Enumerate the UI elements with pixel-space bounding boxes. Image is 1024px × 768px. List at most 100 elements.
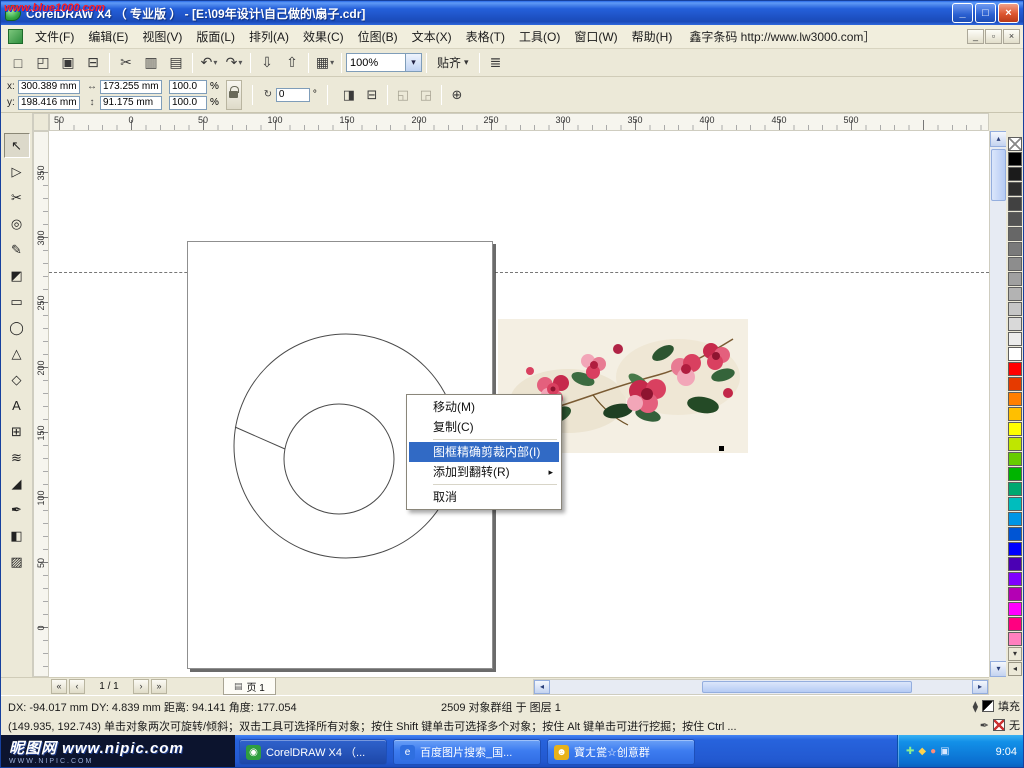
color-swatch[interactable] bbox=[1008, 602, 1022, 616]
doc-close-button[interactable]: × bbox=[1003, 29, 1020, 44]
color-swatch[interactable] bbox=[1008, 182, 1022, 196]
options-button[interactable]: ≣ bbox=[484, 51, 508, 75]
copy-button[interactable]: ▥ bbox=[139, 51, 163, 75]
color-swatch[interactable] bbox=[1008, 257, 1022, 271]
ruler-origin-corner[interactable] bbox=[33, 113, 49, 131]
horizontal-scroll-thumb[interactable] bbox=[702, 681, 912, 693]
color-swatch[interactable] bbox=[1008, 332, 1022, 346]
tray-volume-icon[interactable]: ● bbox=[930, 747, 936, 757]
color-swatch[interactable] bbox=[1008, 542, 1022, 556]
ellipse-tool-button[interactable]: ◯ bbox=[4, 315, 30, 340]
undo-button[interactable]: ↶▾ bbox=[197, 51, 221, 75]
rectangle-tool-button[interactable]: ▭ bbox=[4, 289, 30, 314]
mirror-vertical-button[interactable]: ⊟ bbox=[361, 84, 383, 106]
save-document-button[interactable]: ▣ bbox=[56, 51, 80, 75]
convert-to-curves-button[interactable]: ⊕ bbox=[446, 84, 468, 106]
vertical-scrollbar[interactable]: ▴ ▾ bbox=[989, 131, 1006, 677]
next-page-button[interactable]: › bbox=[133, 679, 149, 694]
blend-tool-button[interactable]: ≋ bbox=[4, 445, 30, 470]
context-menu-item-cancel[interactable]: 取消 bbox=[409, 487, 559, 507]
horizontal-scrollbar[interactable]: ◂ ▸ bbox=[533, 679, 989, 695]
maximize-button[interactable]: □ bbox=[975, 3, 996, 23]
color-swatch[interactable] bbox=[1008, 362, 1022, 376]
crop-tool-button[interactable]: ✂ bbox=[4, 185, 30, 210]
menu-item-layout[interactable]: 版面(L) bbox=[189, 24, 242, 49]
color-swatch[interactable] bbox=[1008, 617, 1022, 631]
close-button[interactable]: × bbox=[998, 3, 1019, 23]
shape-tool-button[interactable]: ▷ bbox=[4, 159, 30, 184]
print-document-button[interactable]: ⊟ bbox=[81, 51, 105, 75]
drawing-canvas[interactable]: 移动(M)复制(C)图框精确剪裁内部(I)添加到翻转(R)▸取消 bbox=[49, 131, 989, 677]
pick-tool-button[interactable]: ↖ bbox=[4, 133, 30, 158]
color-swatch[interactable] bbox=[1008, 572, 1022, 586]
menu-item-table[interactable]: 表格(T) bbox=[459, 24, 512, 49]
tray-messenger-icon[interactable]: ◆ bbox=[918, 747, 926, 757]
menu-item-file[interactable]: 文件(F) bbox=[28, 24, 81, 49]
color-swatch[interactable] bbox=[1008, 317, 1022, 331]
menu-item-text[interactable]: 文本(X) bbox=[405, 24, 459, 49]
zoom-level-combo[interactable]: ▾ bbox=[346, 53, 422, 72]
zoom-tool-button[interactable]: ◎ bbox=[4, 211, 30, 236]
color-swatch[interactable] bbox=[1008, 422, 1022, 436]
menu-item-window[interactable]: 窗口(W) bbox=[567, 24, 624, 49]
color-swatch[interactable] bbox=[1008, 377, 1022, 391]
outline-pen-tool-button[interactable]: ✒ bbox=[4, 497, 30, 522]
color-swatch[interactable] bbox=[1008, 302, 1022, 316]
context-menu-item-powerclip-inside[interactable]: 图框精确剪裁内部(I) bbox=[409, 442, 559, 462]
selection-handle[interactable] bbox=[719, 446, 724, 451]
horizontal-ruler[interactable]: 50050100150200250300350400450500 bbox=[49, 113, 989, 131]
paste-button[interactable]: ▤ bbox=[164, 51, 188, 75]
tray-ime-icon[interactable]: ▣ bbox=[940, 747, 949, 757]
eyedropper-tool-button[interactable]: ◢ bbox=[4, 471, 30, 496]
y-position-input[interactable] bbox=[18, 96, 80, 110]
color-swatch[interactable] bbox=[1008, 197, 1022, 211]
basic-shapes-tool-button[interactable]: ◇ bbox=[4, 367, 30, 392]
color-swatch[interactable] bbox=[1008, 287, 1022, 301]
color-swatch[interactable] bbox=[1008, 242, 1022, 256]
color-swatch[interactable] bbox=[1008, 227, 1022, 241]
color-swatch[interactable] bbox=[1008, 407, 1022, 421]
color-swatch[interactable] bbox=[1008, 437, 1022, 451]
color-swatch[interactable] bbox=[1008, 512, 1022, 526]
table-tool-button[interactable]: ⊞ bbox=[4, 419, 30, 444]
scale-x-input[interactable] bbox=[169, 80, 207, 94]
vertical-scroll-thumb[interactable] bbox=[991, 149, 1006, 201]
menu-item-tools[interactable]: 工具(O) bbox=[512, 24, 567, 49]
context-menu-item-add-to-rollover[interactable]: 添加到翻转(R)▸ bbox=[409, 462, 559, 482]
vertical-ruler[interactable]: 350300250200150100500 bbox=[33, 131, 49, 677]
taskbar-task-baidu-image-search[interactable]: e百度图片搜索_国... bbox=[393, 739, 541, 765]
scale-y-input[interactable] bbox=[169, 96, 207, 110]
palette-scroll-down-button[interactable]: ▾ bbox=[1008, 647, 1022, 661]
scroll-up-button[interactable]: ▴ bbox=[990, 131, 1007, 147]
color-swatch[interactable] bbox=[1008, 467, 1022, 481]
color-swatch[interactable] bbox=[1008, 497, 1022, 511]
tray-antivirus-icon[interactable]: ✚ bbox=[906, 747, 914, 757]
last-page-button[interactable]: » bbox=[151, 679, 167, 694]
menu-item-edit[interactable]: 编辑(E) bbox=[81, 24, 135, 49]
color-swatch[interactable] bbox=[1008, 557, 1022, 571]
zoom-level-input[interactable] bbox=[346, 53, 406, 72]
scroll-left-button[interactable]: ◂ bbox=[534, 680, 550, 694]
color-swatch[interactable] bbox=[1008, 482, 1022, 496]
menu-item-bitmaps[interactable]: 位图(B) bbox=[351, 24, 405, 49]
color-swatch[interactable] bbox=[1008, 152, 1022, 166]
scroll-down-button[interactable]: ▾ bbox=[990, 661, 1007, 677]
menu-item-view[interactable]: 视图(V) bbox=[135, 24, 189, 49]
color-swatch[interactable] bbox=[1008, 452, 1022, 466]
cut-button[interactable]: ✂ bbox=[114, 51, 138, 75]
snap-to-dropdown[interactable]: 贴齐▾ bbox=[431, 51, 475, 74]
palette-flyout-button[interactable]: ◂ bbox=[1008, 662, 1022, 676]
no-color-swatch[interactable] bbox=[1008, 137, 1022, 151]
color-swatch[interactable] bbox=[1008, 167, 1022, 181]
new-document-button[interactable]: □ bbox=[6, 51, 30, 75]
object-width-input[interactable] bbox=[100, 80, 162, 94]
color-swatch[interactable] bbox=[1008, 212, 1022, 226]
zoom-dropdown-arrow-icon[interactable]: ▾ bbox=[406, 53, 422, 72]
previous-page-button[interactable]: ‹ bbox=[69, 679, 85, 694]
first-page-button[interactable]: « bbox=[51, 679, 67, 694]
open-document-button[interactable]: ◰ bbox=[31, 51, 55, 75]
minimize-button[interactable]: _ bbox=[952, 3, 973, 23]
fill-tool-button[interactable]: ◧ bbox=[4, 523, 30, 548]
x-position-input[interactable] bbox=[18, 80, 80, 94]
import-button[interactable]: ⇩ bbox=[255, 51, 279, 75]
